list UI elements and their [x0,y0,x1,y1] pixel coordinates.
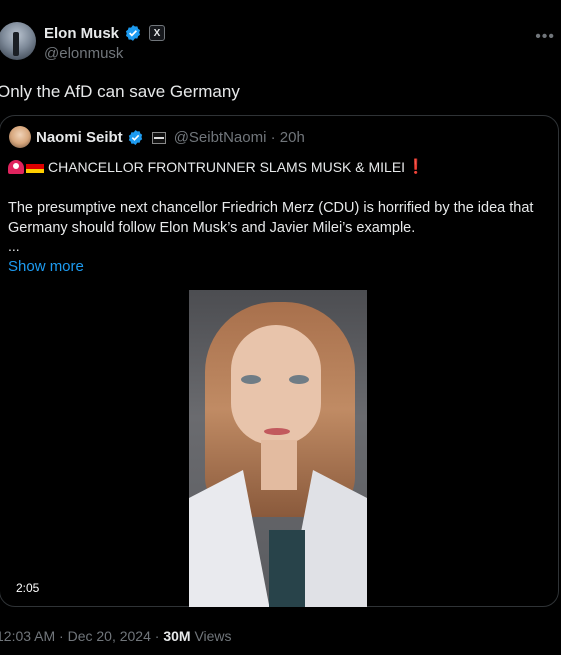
quoted-handle-time: @SeibtNaomi · 20h [173,129,305,146]
views-count: 30M [163,628,191,644]
tweet-header: Elon Musk X @elonmusk ••• [0,14,561,66]
verified-badge-icon [128,130,142,145]
video-thumbnail-eye [289,375,309,384]
exclamation-emoji: ❗ [407,158,425,174]
video-thumbnail-top [269,530,305,607]
author-display-name[interactable]: Elon Musk [44,25,119,42]
video-player[interactable] [189,290,367,607]
quoted-body-line-2: Germany should follow Elon Musk’s and Ja… [8,220,416,236]
quoted-body: The presumptive next chancellor Friedric… [8,198,552,238]
video-thumbnail-face [231,325,321,445]
views-label: Views [190,628,232,644]
video-thumbnail-eye [241,375,261,384]
siren-emoji-icon [8,159,24,174]
quoted-ellipsis: ... [8,238,20,254]
tweet-timestamp[interactable]: 12:03 AM · Dec 20, 2024 · [0,628,163,644]
show-more-link[interactable]: Show more [8,258,84,275]
germany-flag-emoji-icon [26,160,44,173]
verified-badge-icon [125,25,141,41]
more-icon[interactable]: ••• [535,28,555,46]
quoted-body-line-1: The presumptive next chancellor Friedric… [8,200,534,216]
quoted-headline: CHANCELLOR FRONTRUNNER SLAMS MUSK & MILE… [8,158,425,175]
video-thumbnail-lips [264,428,290,435]
quoted-headline-text: CHANCELLOR FRONTRUNNER SLAMS MUSK & MILE… [48,158,406,175]
video-thumbnail-neck [261,440,297,490]
flag-icon [151,131,166,144]
tweet-text: Only the AfD can save Germany [0,82,240,101]
video-duration: 2:05 [16,581,40,595]
author-handle[interactable]: @elonmusk [44,45,123,62]
author-name-row: Elon Musk X [44,24,166,42]
quoted-avatar[interactable] [9,126,31,148]
tweet-meta: 12:03 AM · Dec 20, 2024 · 30M Views [0,628,232,644]
quoted-author-row: Naomi Seibt @SeibtNaomi · 20h [36,129,305,146]
avatar[interactable] [0,22,36,60]
quoted-display-name: Naomi Seibt [36,129,123,146]
x-affiliation-badge-icon: X [149,25,166,41]
